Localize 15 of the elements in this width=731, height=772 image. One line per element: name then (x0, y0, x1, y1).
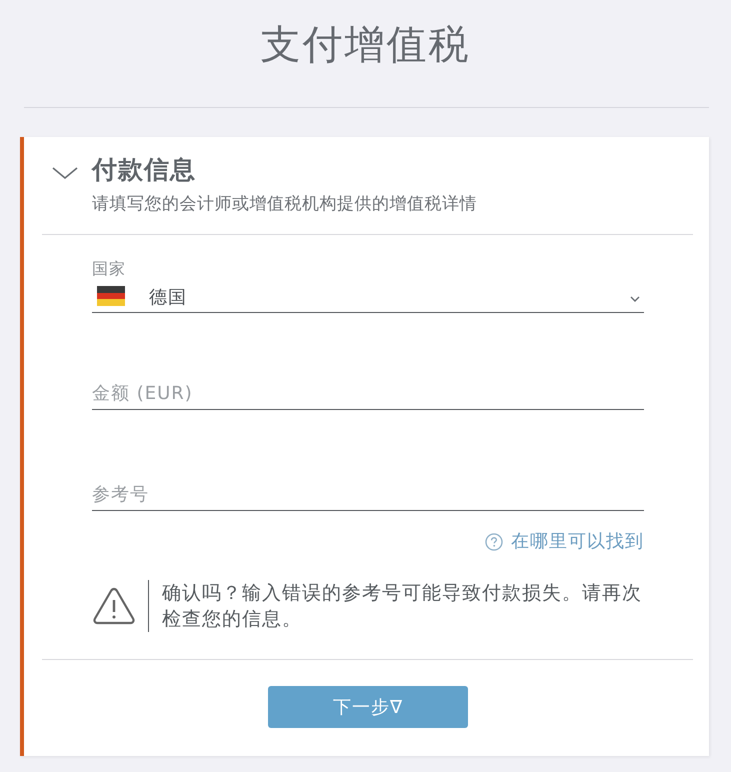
flag-icon (97, 286, 125, 306)
warning-icon (92, 586, 136, 626)
page-title: 支付增值税 (260, 21, 472, 70)
help-link[interactable]: 在哪里可以找到 (485, 530, 644, 554)
field-label: 国家 (92, 259, 127, 279)
help-icon (485, 533, 503, 551)
warning-text: 确认吗？输入错误的参考号可能导致付款损失。请再次检查您的信息。 (162, 581, 643, 632)
section-subtitle: 请填写您的会计师或增值税机构提供的增值税详情 (92, 193, 477, 216)
input-field[interactable]: 参考号 (92, 478, 644, 511)
next-button[interactable]: 下一步∇ (268, 686, 468, 728)
chevron-icon[interactable] (52, 167, 78, 179)
section-title: 付款信息 (92, 154, 197, 186)
input-field[interactable]: 金额 (EUR) (92, 377, 644, 410)
country-select[interactable]: 德国 (92, 281, 644, 313)
caret-icon (630, 296, 640, 302)
